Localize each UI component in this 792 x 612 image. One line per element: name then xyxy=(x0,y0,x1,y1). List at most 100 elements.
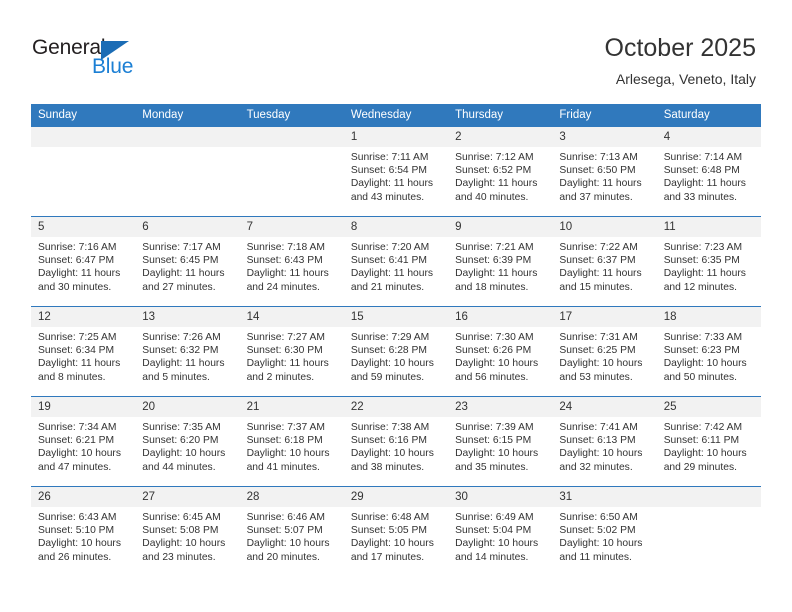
day-cell[interactable]: 21 Sunrise: 7:37 AM Sunset: 6:18 PM Dayligh… xyxy=(239,397,344,486)
calendar-week-row: 19 Sunrise: 7:34 AM Sunset: 6:21 PM Dayligh… xyxy=(31,396,761,487)
day-daylight-line1-text: Daylight: 10 hours xyxy=(663,358,747,370)
day-number: 9 xyxy=(448,217,553,237)
day-daylight-line2-text: and 30 minutes. xyxy=(38,281,112,293)
calendar-week-row: 5 Sunrise: 7:16 AM Sunset: 6:47 PM Daylight… xyxy=(31,216,761,307)
day-cell[interactable]: 11 Sunrise: 7:23 AM Sunset: 6:35 PM Dayligh… xyxy=(656,217,761,306)
day-cell[interactable]: 2 Sunrise: 7:12 AM Sunset: 6:52 PM Daylight… xyxy=(448,127,553,216)
day-cell[interactable]: 28 Sunrise: 6:46 AM Sunset: 5:07 PM Dayligh… xyxy=(239,487,344,576)
day-details xyxy=(31,147,135,151)
calendar-day-cell: 20 Sunrise: 7:35 AM Sunset: 6:20 PM Dayligh… xyxy=(135,396,240,487)
day-details: Sunrise: 6:43 AM Sunset: 5:10 PM Daylight:… xyxy=(31,507,135,564)
day-cell[interactable]: 22 Sunrise: 7:38 AM Sunset: 6:16 PM Dayligh… xyxy=(343,397,449,486)
day-daylight-line1-text: Daylight: 10 hours xyxy=(350,448,434,460)
day-cell[interactable]: 29 Sunrise: 6:48 AM Sunset: 5:05 PM Dayligh… xyxy=(343,487,449,576)
day-details: Sunrise: 6:50 AM Sunset: 5:02 PM Daylight:… xyxy=(552,507,656,564)
day-daylight-line1-text: Daylight: 10 hours xyxy=(350,358,434,370)
day-cell[interactable]: 9 Sunrise: 7:21 AM Sunset: 6:39 PM Daylight… xyxy=(448,217,553,306)
day-details: Sunrise: 7:38 AM Sunset: 6:16 PM Daylight:… xyxy=(344,417,448,474)
day-daylight-line1-text: Daylight: 10 hours xyxy=(663,448,747,460)
day-daylight-line1-text: Daylight: 10 hours xyxy=(38,538,121,550)
day-cell[interactable]: 14 Sunrise: 7:27 AM Sunset: 6:30 PM Dayligh… xyxy=(239,307,344,396)
logo-text-blue: Blue xyxy=(92,55,134,78)
day-cell[interactable]: 20 Sunrise: 7:35 AM Sunset: 6:20 PM Dayligh… xyxy=(135,397,240,486)
day-details: Sunrise: 7:11 AM Sunset: 6:54 PM Daylight:… xyxy=(344,147,448,204)
day-number: 17 xyxy=(552,307,657,327)
day-cell[interactable]: 6 Sunrise: 7:17 AM Sunset: 6:45 PM Daylight… xyxy=(135,217,240,306)
day-sunrise-text: Sunrise: 7:29 AM xyxy=(350,332,430,343)
day-daylight-line1-text: Daylight: 10 hours xyxy=(559,448,643,460)
day-cell[interactable]: 10 Sunrise: 7:22 AM Sunset: 6:37 PM Dayligh… xyxy=(552,217,657,306)
day-cell[interactable]: 26 Sunrise: 6:43 AM Sunset: 5:10 PM Dayligh… xyxy=(31,487,136,576)
day-cell[interactable]: 12 Sunrise: 7:25 AM Sunset: 6:34 PM Dayligh… xyxy=(31,307,136,396)
page-header: General Blue October 2025 Arlesega, Vene… xyxy=(0,0,792,100)
day-sunset-text: Sunset: 6:28 PM xyxy=(350,345,427,357)
day-sunrise-text: Sunrise: 6:48 AM xyxy=(350,512,430,523)
day-cell[interactable]: 3 Sunrise: 7:13 AM Sunset: 6:50 PM Daylight… xyxy=(552,127,657,216)
day-number: 2 xyxy=(448,127,553,147)
day-number: 4 xyxy=(656,127,761,147)
day-sunrise-text: Sunrise: 7:26 AM xyxy=(142,332,221,343)
day-cell[interactable]: 1 Sunrise: 7:11 AM Sunset: 6:54 PM Daylight… xyxy=(343,127,449,216)
calendar-day-cell: 1 Sunrise: 7:11 AM Sunset: 6:54 PM Daylight… xyxy=(343,127,449,217)
calendar-day-cell: 24 Sunrise: 7:41 AM Sunset: 6:13 PM Dayligh… xyxy=(552,396,657,487)
day-daylight-line2-text: and 5 minutes. xyxy=(142,371,210,383)
day-details: Sunrise: 7:35 AM Sunset: 6:20 PM Daylight:… xyxy=(135,417,239,474)
day-number: 15 xyxy=(343,307,449,327)
calendar-day-cell xyxy=(239,127,344,217)
day-cell[interactable]: 18 Sunrise: 7:33 AM Sunset: 6:23 PM Dayligh… xyxy=(656,307,761,396)
day-daylight-line1-text: Daylight: 11 hours xyxy=(246,358,329,370)
day-daylight-line2-text: and 41 minutes. xyxy=(246,461,320,473)
day-details: Sunrise: 7:29 AM Sunset: 6:28 PM Daylight:… xyxy=(344,327,448,384)
calendar-day-cell xyxy=(31,127,136,217)
day-sunrise-text: Sunrise: 6:50 AM xyxy=(559,512,638,523)
day-number: 27 xyxy=(135,487,240,507)
day-number: 23 xyxy=(448,397,553,417)
day-cell[interactable]: 15 Sunrise: 7:29 AM Sunset: 6:28 PM Dayligh… xyxy=(343,307,449,396)
day-cell[interactable]: 5 Sunrise: 7:16 AM Sunset: 6:47 PM Daylight… xyxy=(31,217,136,306)
day-cell[interactable]: 4 Sunrise: 7:14 AM Sunset: 6:48 PM Daylight… xyxy=(656,127,761,216)
day-sunrise-text: Sunrise: 7:12 AM xyxy=(455,152,534,163)
day-cell[interactable]: 31 Sunrise: 6:50 AM Sunset: 5:02 PM Dayligh… xyxy=(552,487,657,576)
calendar-body: 1 Sunrise: 7:11 AM Sunset: 6:54 PM Daylight… xyxy=(31,127,761,576)
weekday-header-wednesday: Wednesday xyxy=(343,104,449,127)
day-number: 21 xyxy=(239,397,344,417)
day-daylight-line1-text: Daylight: 11 hours xyxy=(142,268,225,280)
day-daylight-line2-text: and 24 minutes. xyxy=(246,281,320,293)
day-cell[interactable]: 23 Sunrise: 7:39 AM Sunset: 6:15 PM Dayligh… xyxy=(448,397,553,486)
calendar-day-cell: 18 Sunrise: 7:33 AM Sunset: 6:23 PM Dayligh… xyxy=(656,306,761,397)
title-block: October 2025 Arlesega, Veneto, Italy xyxy=(605,33,757,89)
day-sunset-text: Sunset: 5:08 PM xyxy=(142,525,219,537)
day-daylight-line2-text: and 2 minutes. xyxy=(246,371,315,383)
day-details: Sunrise: 7:12 AM Sunset: 6:52 PM Daylight:… xyxy=(448,147,552,204)
calendar-day-cell: 14 Sunrise: 7:27 AM Sunset: 6:30 PM Dayligh… xyxy=(239,306,344,397)
day-number xyxy=(31,127,136,147)
day-cell[interactable]: 19 Sunrise: 7:34 AM Sunset: 6:21 PM Dayligh… xyxy=(31,397,136,486)
calendar-day-cell: 29 Sunrise: 6:48 AM Sunset: 5:05 PM Dayligh… xyxy=(343,486,449,576)
day-cell[interactable]: 24 Sunrise: 7:41 AM Sunset: 6:13 PM Dayligh… xyxy=(552,397,657,486)
day-cell[interactable]: 27 Sunrise: 6:45 AM Sunset: 5:08 PM Dayligh… xyxy=(135,487,240,576)
day-number: 25 xyxy=(656,397,761,417)
day-number: 19 xyxy=(31,397,136,417)
day-sunset-text: Sunset: 6:20 PM xyxy=(142,435,219,447)
day-daylight-line1-text: Daylight: 11 hours xyxy=(559,178,642,190)
day-cell[interactable]: 30 Sunrise: 6:49 AM Sunset: 5:04 PM Dayligh… xyxy=(448,487,553,576)
day-details: Sunrise: 7:22 AM Sunset: 6:37 PM Daylight:… xyxy=(552,237,656,294)
day-details xyxy=(657,507,761,511)
day-sunset-text: Sunset: 6:21 PM xyxy=(38,435,115,447)
day-cell[interactable]: 17 Sunrise: 7:31 AM Sunset: 6:25 PM Dayligh… xyxy=(552,307,657,396)
day-cell[interactable]: 16 Sunrise: 7:30 AM Sunset: 6:26 PM Dayligh… xyxy=(448,307,553,396)
day-daylight-line2-text: and 56 minutes. xyxy=(455,371,529,383)
day-details: Sunrise: 7:17 AM Sunset: 6:45 PM Daylight:… xyxy=(135,237,239,294)
day-details xyxy=(135,147,239,151)
day-number: 10 xyxy=(552,217,657,237)
day-cell[interactable]: 8 Sunrise: 7:20 AM Sunset: 6:41 PM Daylight… xyxy=(343,217,449,306)
day-daylight-line1-text: Daylight: 11 hours xyxy=(38,358,121,370)
day-sunrise-text: Sunrise: 7:33 AM xyxy=(663,332,743,343)
day-cell[interactable]: 13 Sunrise: 7:26 AM Sunset: 6:32 PM Dayligh… xyxy=(135,307,240,396)
day-sunset-text: Sunset: 6:39 PM xyxy=(455,255,532,267)
day-cell[interactable]: 25 Sunrise: 7:42 AM Sunset: 6:11 PM Dayligh… xyxy=(656,397,761,486)
day-daylight-line2-text: and 15 minutes. xyxy=(559,281,633,293)
day-daylight-line1-text: Daylight: 11 hours xyxy=(455,178,538,190)
day-cell[interactable]: 7 Sunrise: 7:18 AM Sunset: 6:43 PM Daylight… xyxy=(239,217,344,306)
day-sunrise-text: Sunrise: 7:13 AM xyxy=(559,152,638,163)
